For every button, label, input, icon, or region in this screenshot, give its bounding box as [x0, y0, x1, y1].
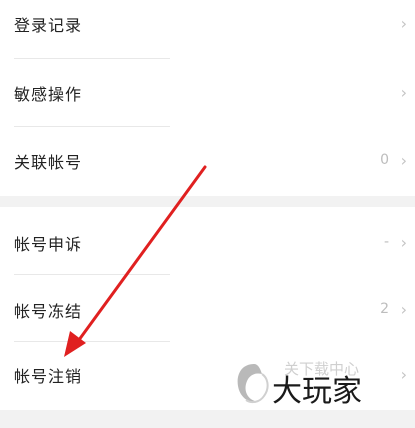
- watermark-text: 大玩家: [272, 374, 362, 409]
- watermark-logo-icon: [237, 364, 269, 404]
- watermark: 关下载中心 大玩家: [232, 358, 402, 409]
